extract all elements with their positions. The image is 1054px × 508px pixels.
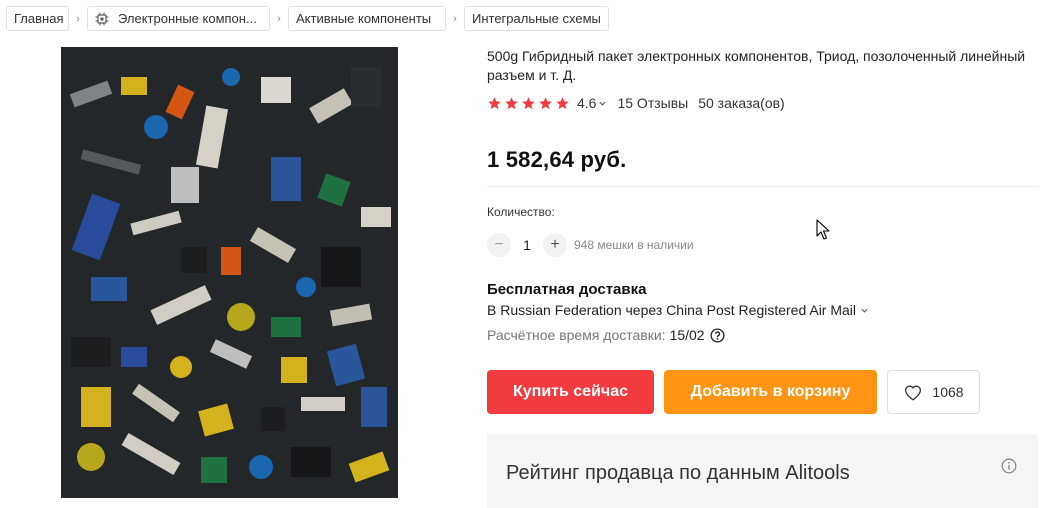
shipping-title: Бесплатная доставка bbox=[487, 281, 647, 298]
breadcrumb-active-components[interactable]: Активные компоненты bbox=[288, 6, 446, 31]
seller-rating-title: Рейтинг продавца по данным Alitools bbox=[506, 462, 850, 484]
star-icon bbox=[488, 96, 501, 109]
breadcrumb-integrated-circuits[interactable]: Интегральные схемы bbox=[464, 6, 609, 31]
breadcrumb-label: Электронные компон... bbox=[118, 11, 257, 26]
shipping-method[interactable]: В Russian Federation через China Post Re… bbox=[487, 302, 856, 318]
reviews-link[interactable]: 15 Отзывы bbox=[617, 95, 688, 111]
quantity-label: Количество: bbox=[487, 205, 555, 219]
chevron-right-icon: › bbox=[453, 12, 457, 25]
rating-row: 4.6 15 Отзывы 50 заказа(ов) bbox=[487, 93, 785, 113]
breadcrumb-home[interactable]: Главная bbox=[6, 6, 69, 31]
breadcrumb-label: Интегральные схемы bbox=[472, 11, 601, 26]
breadcrumb-label: Главная bbox=[14, 11, 64, 26]
quantity-decrease-button[interactable]: − bbox=[487, 233, 511, 257]
chip-icon bbox=[95, 12, 109, 26]
quantity-stepper: − 1 + 948 мешки в наличии bbox=[487, 233, 694, 257]
star-icon bbox=[556, 96, 569, 109]
chevron-right-icon: › bbox=[277, 12, 281, 25]
components-photo bbox=[61, 47, 398, 498]
orders-count: 50 заказа(ов) bbox=[698, 95, 785, 111]
rating-value[interactable]: 4.6 bbox=[577, 95, 596, 111]
buy-now-button[interactable]: Купить сейчас bbox=[487, 370, 654, 414]
star-icon bbox=[505, 96, 518, 109]
delivery-estimate-label: Расчётное время доставки: bbox=[487, 327, 666, 343]
delivery-estimate: Расчётное время доставки: 15/02 bbox=[487, 327, 725, 343]
divider bbox=[487, 186, 1038, 187]
delivery-estimate-date: 15/02 bbox=[669, 327, 705, 343]
mouse-cursor-icon bbox=[816, 219, 830, 240]
shipping-method-selector[interactable]: В Russian Federation через China Post Re… bbox=[487, 302, 869, 318]
wishlist-count: 1068 bbox=[932, 384, 964, 400]
heart-icon bbox=[905, 385, 922, 401]
help-icon[interactable] bbox=[710, 327, 725, 343]
breadcrumb: Главная › Электронные компон... › Активн… bbox=[6, 6, 609, 31]
seller-rating-panel: Рейтинг продавца по данным Alitools bbox=[487, 434, 1038, 508]
product-image[interactable] bbox=[61, 47, 398, 498]
rating-stars bbox=[487, 96, 570, 111]
add-to-cart-button[interactable]: Добавить в корзину bbox=[664, 370, 877, 414]
chevron-down-icon[interactable] bbox=[860, 306, 869, 315]
wishlist-button[interactable]: 1068 bbox=[887, 370, 980, 414]
info-icon[interactable] bbox=[1001, 458, 1017, 474]
chevron-down-icon[interactable] bbox=[598, 99, 607, 108]
breadcrumb-label: Активные компоненты bbox=[296, 11, 432, 26]
star-icon bbox=[539, 96, 552, 109]
price: 1 582,64 руб. bbox=[487, 147, 627, 172]
star-icon bbox=[522, 96, 535, 109]
quantity-value[interactable]: 1 bbox=[511, 237, 543, 253]
quantity-increase-button[interactable]: + bbox=[543, 233, 567, 257]
chevron-right-icon: › bbox=[76, 12, 80, 25]
breadcrumb-electronic-components[interactable]: Электронные компон... bbox=[87, 6, 270, 31]
stock-status: 948 мешки в наличии bbox=[574, 238, 694, 252]
product-title: 500g Гибридный пакет электронных компоне… bbox=[487, 48, 1026, 83]
